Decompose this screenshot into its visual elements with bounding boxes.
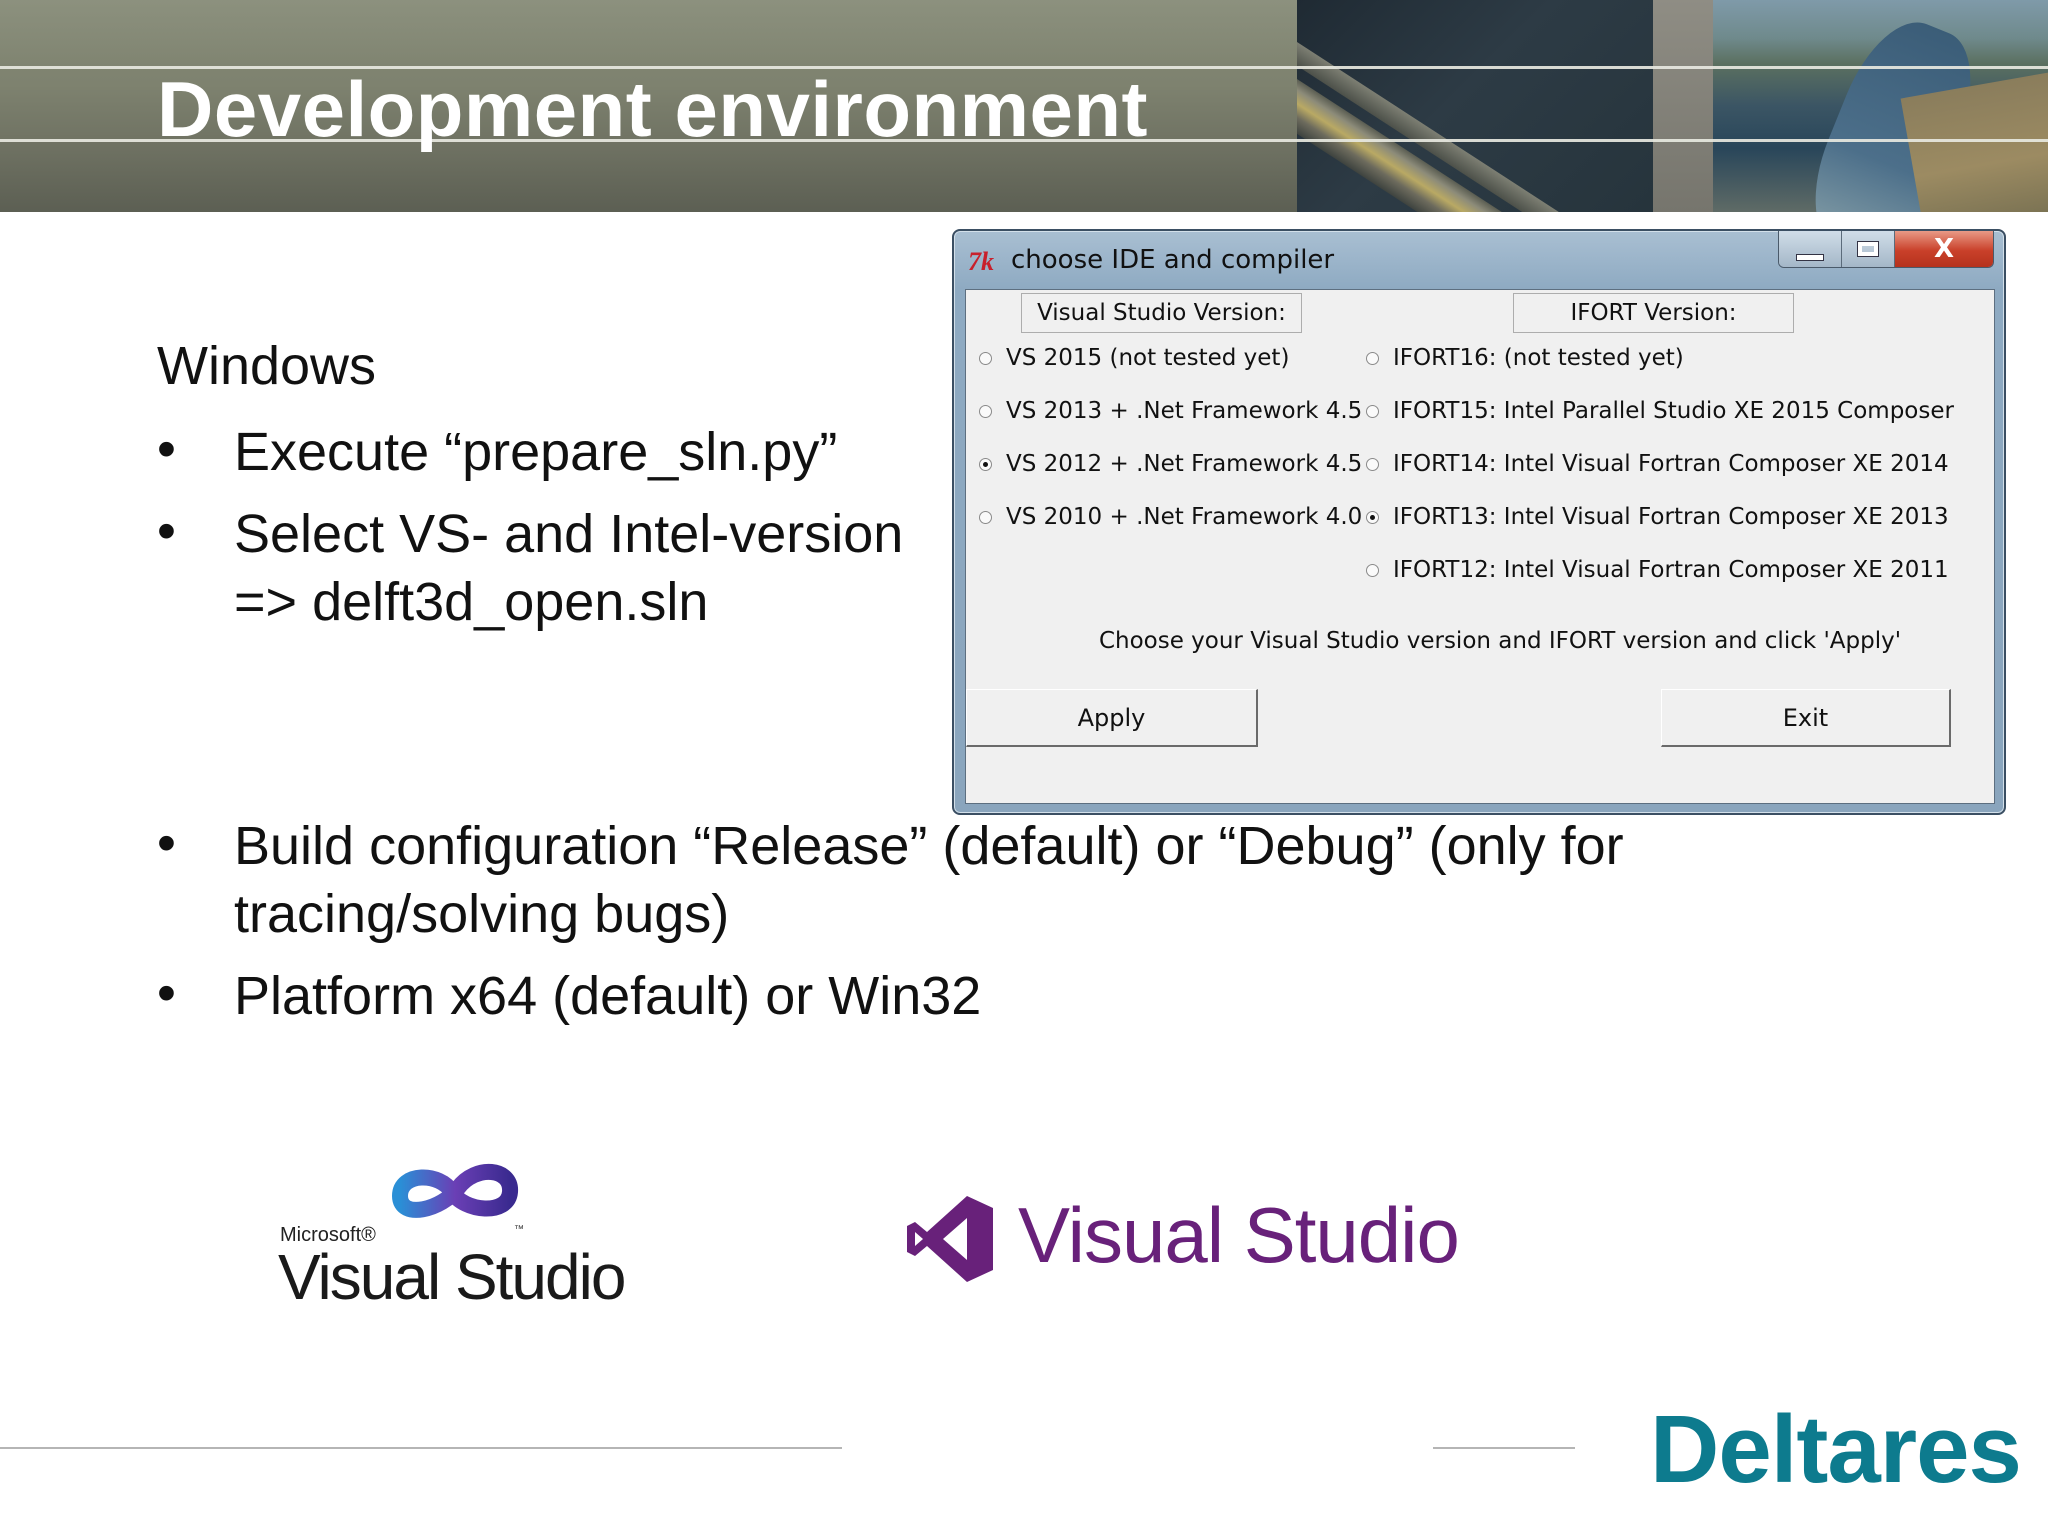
bullet-text-continued: => delft3d_open.sln [234, 572, 709, 632]
option-label: VS 2012 + .Net Framework 4.5 [1006, 451, 1363, 477]
maximize-icon [1857, 241, 1879, 257]
option-label: IFORT16: (not tested yet) [1393, 345, 1684, 371]
vs-option-2012[interactable]: VS 2012 + .Net Framework 4.5 [979, 451, 1362, 477]
ifort-option-14[interactable]: IFORT14: Intel Visual Fortran Composer X… [1366, 451, 1949, 477]
exit-button[interactable]: Exit [1661, 689, 1951, 747]
footer-line-left [0, 1447, 842, 1449]
ifort-option-15[interactable]: IFORT15: Intel Parallel Studio XE 2015 C… [1366, 398, 1954, 424]
bridge-rail [1297, 0, 1653, 212]
choose-ide-dialog: 7k choose IDE and compiler X Visual Stud… [952, 229, 2006, 815]
visual-studio-wordmark: Visual Studio [278, 1241, 626, 1313]
dialog-title: choose IDE and compiler [1011, 245, 1335, 275]
window-controls: X [1778, 231, 1994, 268]
bullet-marker [157, 418, 187, 480]
vs-option-2013[interactable]: VS 2013 + .Net Framework 4.5 [979, 398, 1362, 424]
delta-aerial-photo [1713, 0, 2048, 212]
ifort-option-16[interactable]: IFORT16: (not tested yet) [1366, 345, 1684, 371]
header-stripe [0, 0, 1300, 70]
option-label: VS 2015 (not tested yet) [1006, 345, 1290, 371]
option-label: IFORT12: Intel Visual Fortran Composer X… [1393, 557, 1949, 583]
bullet-text: Execute “prepare_sln.py” [234, 422, 838, 482]
option-label: IFORT13: Intel Visual Fortran Composer X… [1393, 504, 1949, 530]
footer-line-right [1433, 1447, 1575, 1449]
dialog-titlebar[interactable]: 7k choose IDE and compiler X [954, 231, 2004, 287]
radio-button[interactable] [1366, 404, 1379, 418]
slide-header: Development environment [0, 0, 2048, 212]
minimize-button[interactable] [1779, 231, 1842, 267]
ifort-version-header: IFORT Version: [1513, 293, 1794, 333]
vs-version-header: Visual Studio Version: [1021, 293, 1302, 333]
slide-title: Development environment [157, 65, 1149, 153]
ifort-option-12[interactable]: IFORT12: Intel Visual Fortran Composer X… [1366, 557, 1949, 583]
ifort-option-13[interactable]: IFORT13: Intel Visual Fortran Composer X… [1366, 504, 1949, 530]
option-label: IFORT14: Intel Visual Fortran Composer X… [1393, 451, 1949, 477]
header-divider [1653, 0, 1713, 212]
option-label: VS 2010 + .Net Framework 4.0 [1006, 504, 1363, 530]
bridge-photo [1297, 0, 1653, 212]
vs-option-2015[interactable]: VS 2015 (not tested yet) [979, 345, 1289, 371]
option-label: VS 2013 + .Net Framework 4.5 [1006, 398, 1363, 424]
bullet-marker [157, 500, 187, 562]
bullet-text: Select VS- and Intel-version [234, 504, 904, 564]
radio-button-selected[interactable] [979, 457, 992, 471]
option-label: IFORT15: Intel Parallel Studio XE 2015 C… [1393, 398, 1954, 424]
visual-studio-wordmark: Visual Studio [1018, 1191, 1460, 1279]
deltares-logo: Deltares [1650, 1396, 2022, 1503]
close-icon: X [1933, 234, 1955, 264]
bullet-marker [157, 812, 187, 874]
tk-feather-icon: 7k [968, 247, 994, 276]
radio-button[interactable] [1366, 351, 1379, 365]
section-heading: Windows [157, 336, 377, 396]
vs-option-2010[interactable]: VS 2010 + .Net Framework 4.0 [979, 504, 1362, 530]
radio-button[interactable] [1366, 563, 1379, 577]
instruction-text: Choose your Visual Studio version and IF… [1098, 628, 1902, 654]
minimize-icon [1796, 253, 1824, 261]
vs-flag-icon [907, 1196, 993, 1282]
bullet-text: Platform x64 (default) or Win32 [234, 966, 982, 1026]
dialog-client-area: Visual Studio Version: IFORT Version: VS… [965, 289, 1995, 804]
trademark-mark: ™ [514, 1224, 524, 1235]
close-button[interactable]: X [1895, 231, 1993, 267]
bullet-marker [157, 962, 187, 1024]
bullet-text-continued: tracing/solving bugs) [234, 884, 730, 944]
radio-button[interactable] [1366, 457, 1379, 471]
bullet-text: Build configuration “Release” (default) … [234, 816, 1624, 876]
radio-button[interactable] [979, 351, 992, 365]
maximize-button[interactable] [1842, 231, 1895, 267]
radio-button-selected[interactable] [1366, 510, 1379, 524]
radio-button[interactable] [979, 404, 992, 418]
radio-button[interactable] [979, 510, 992, 524]
infinity-icon [391, 1164, 518, 1218]
microsoft-visual-studio-logo: Microsoft® ™ Visual Studio [278, 1158, 628, 1313]
apply-button[interactable]: Apply [966, 689, 1258, 747]
